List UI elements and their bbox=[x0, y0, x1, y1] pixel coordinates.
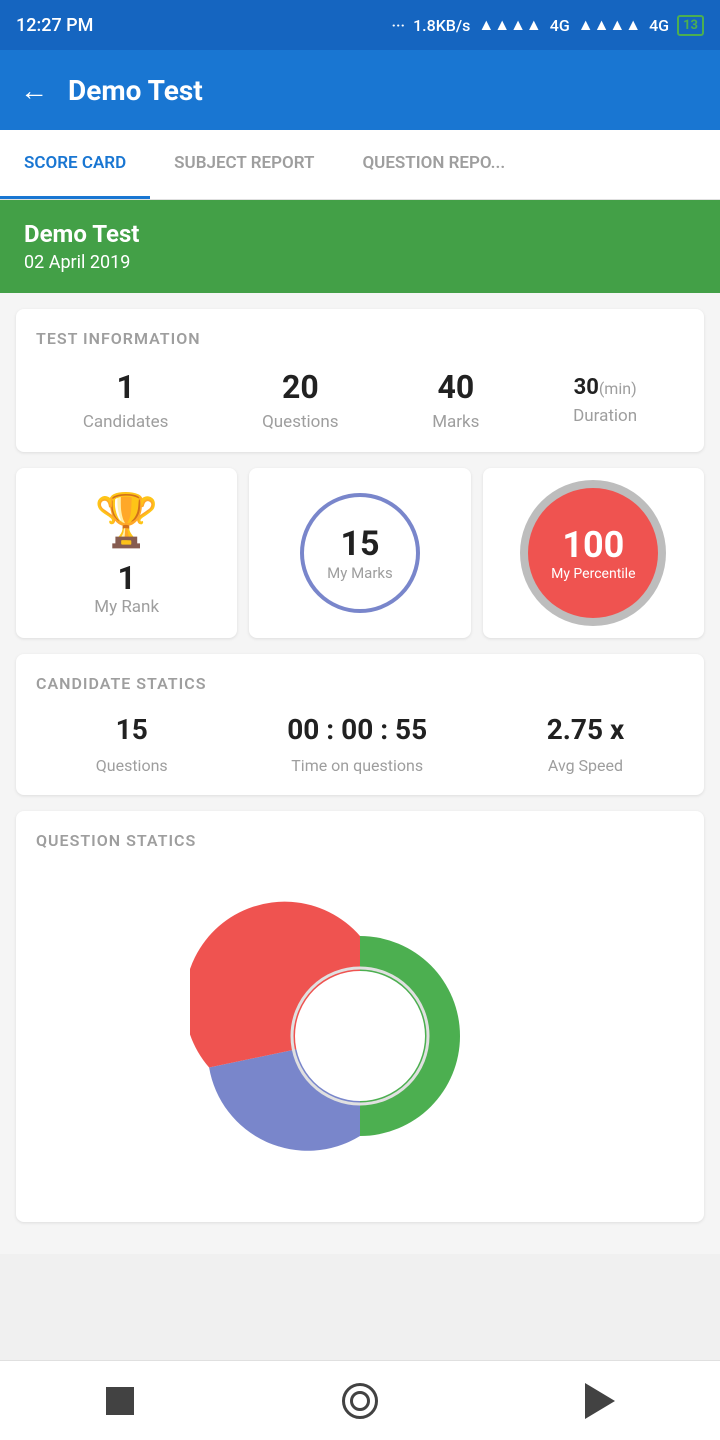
candidate-statics-title: CANDIDATE STATICS bbox=[36, 674, 684, 693]
candidate-time-value: 00 : 00 : 55 bbox=[287, 713, 427, 746]
questions-item: 20 Questions bbox=[262, 368, 338, 432]
candidate-time-item: 00 : 00 : 55 Time on questions bbox=[287, 713, 427, 775]
rank-label: My Rank bbox=[94, 597, 159, 617]
donut-chart bbox=[190, 886, 530, 1186]
tab-subject-report[interactable]: SUBJECT REPORT bbox=[150, 130, 338, 199]
app-bar: ← Demo Test bbox=[0, 50, 720, 130]
donut-hole bbox=[295, 971, 425, 1101]
percentile-value: 100 bbox=[562, 524, 624, 566]
stop-icon bbox=[106, 1387, 134, 1415]
rank-card: 🏆 1 My Rank bbox=[16, 468, 237, 638]
signal2-icon: ▲▲▲▲ bbox=[578, 15, 641, 35]
marks-circle-label: My Marks bbox=[327, 564, 393, 582]
network-speed: 1.8KB/s bbox=[413, 16, 470, 35]
back-button-nav[interactable] bbox=[582, 1383, 618, 1419]
donut-chart-container bbox=[36, 870, 684, 1202]
status-right: ··· 1.8KB/s ▲▲▲▲ 4G ▲▲▲▲ 4G 13 bbox=[391, 15, 704, 36]
duration-label: Duration bbox=[573, 406, 637, 426]
network-type2: 4G bbox=[649, 16, 669, 35]
candidate-questions-item: 15 Questions bbox=[96, 713, 168, 775]
test-info-grid: 1 Candidates 20 Questions 40 Marks 30(mi… bbox=[36, 368, 684, 432]
battery-indicator: 13 bbox=[677, 15, 704, 36]
home-icon bbox=[342, 1383, 378, 1419]
bottom-nav bbox=[0, 1360, 720, 1440]
candidate-speed-item: 2.75 x Avg Speed bbox=[547, 713, 625, 775]
candidate-speed-label: Avg Speed bbox=[548, 756, 623, 775]
marks-label: Marks bbox=[432, 412, 479, 432]
candidate-speed-value: 2.75 x bbox=[547, 713, 625, 746]
duration-value: 30(min) bbox=[574, 375, 637, 400]
rank-value: 1 bbox=[117, 559, 135, 597]
questions-label: Questions bbox=[262, 412, 338, 432]
candidate-stats-row: 15 Questions 00 : 00 : 55 Time on questi… bbox=[36, 713, 684, 775]
metrics-row: 🏆 1 My Rank 15 My Marks 100 My Percentil… bbox=[16, 468, 704, 638]
stop-button[interactable] bbox=[102, 1383, 138, 1419]
signal1-icon: ▲▲▲▲ bbox=[478, 15, 541, 35]
marks-circle: 15 My Marks bbox=[300, 493, 420, 613]
tab-bar: SCORE CARD SUBJECT REPORT QUESTION REPO.… bbox=[0, 130, 720, 200]
content-area: TEST INFORMATION 1 Candidates 20 Questio… bbox=[0, 293, 720, 1254]
candidates-label: Candidates bbox=[83, 412, 169, 432]
percentile-card: 100 My Percentile bbox=[483, 468, 704, 638]
back-icon bbox=[585, 1383, 615, 1419]
candidate-statics-card: CANDIDATE STATICS 15 Questions 00 : 00 :… bbox=[16, 654, 704, 795]
home-button[interactable] bbox=[342, 1383, 378, 1419]
duration-item: 30(min) Duration bbox=[573, 375, 637, 426]
tab-question-report[interactable]: QUESTION REPO... bbox=[338, 130, 529, 199]
status-time: 12:27 PM bbox=[16, 15, 93, 36]
network-type1: 4G bbox=[550, 16, 570, 35]
trophy-icon: 🏆 bbox=[94, 490, 159, 551]
marks-value: 40 bbox=[437, 368, 474, 406]
test-info-title: TEST INFORMATION bbox=[36, 329, 684, 348]
test-info-card: TEST INFORMATION 1 Candidates 20 Questio… bbox=[16, 309, 704, 452]
candidate-questions-value: 15 bbox=[116, 713, 148, 746]
percentile-label: My Percentile bbox=[551, 566, 635, 582]
question-statics-card: QUESTION STATICS bbox=[16, 811, 704, 1222]
candidate-questions-label: Questions bbox=[96, 756, 168, 775]
candidates-value: 1 bbox=[116, 368, 134, 406]
candidates-item: 1 Candidates bbox=[83, 368, 169, 432]
questions-value: 20 bbox=[282, 368, 319, 406]
tab-score-card[interactable]: SCORE CARD bbox=[0, 130, 150, 199]
signal-dots: ··· bbox=[391, 16, 405, 35]
marks-card: 15 My Marks bbox=[249, 468, 470, 638]
candidate-time-label: Time on questions bbox=[291, 756, 423, 775]
test-header-banner: Demo Test 02 April 2019 bbox=[0, 200, 720, 293]
percentile-circle: 100 My Percentile bbox=[528, 488, 658, 618]
app-title: Demo Test bbox=[68, 74, 203, 107]
status-bar: 12:27 PM ··· 1.8KB/s ▲▲▲▲ 4G ▲▲▲▲ 4G 13 bbox=[0, 0, 720, 50]
question-statics-title: QUESTION STATICS bbox=[36, 831, 684, 850]
back-button[interactable]: ← bbox=[20, 74, 48, 107]
test-header-date: 02 April 2019 bbox=[24, 252, 696, 273]
test-header-name: Demo Test bbox=[24, 220, 696, 248]
marks-circle-value: 15 bbox=[340, 524, 379, 564]
marks-item: 40 Marks bbox=[432, 368, 479, 432]
